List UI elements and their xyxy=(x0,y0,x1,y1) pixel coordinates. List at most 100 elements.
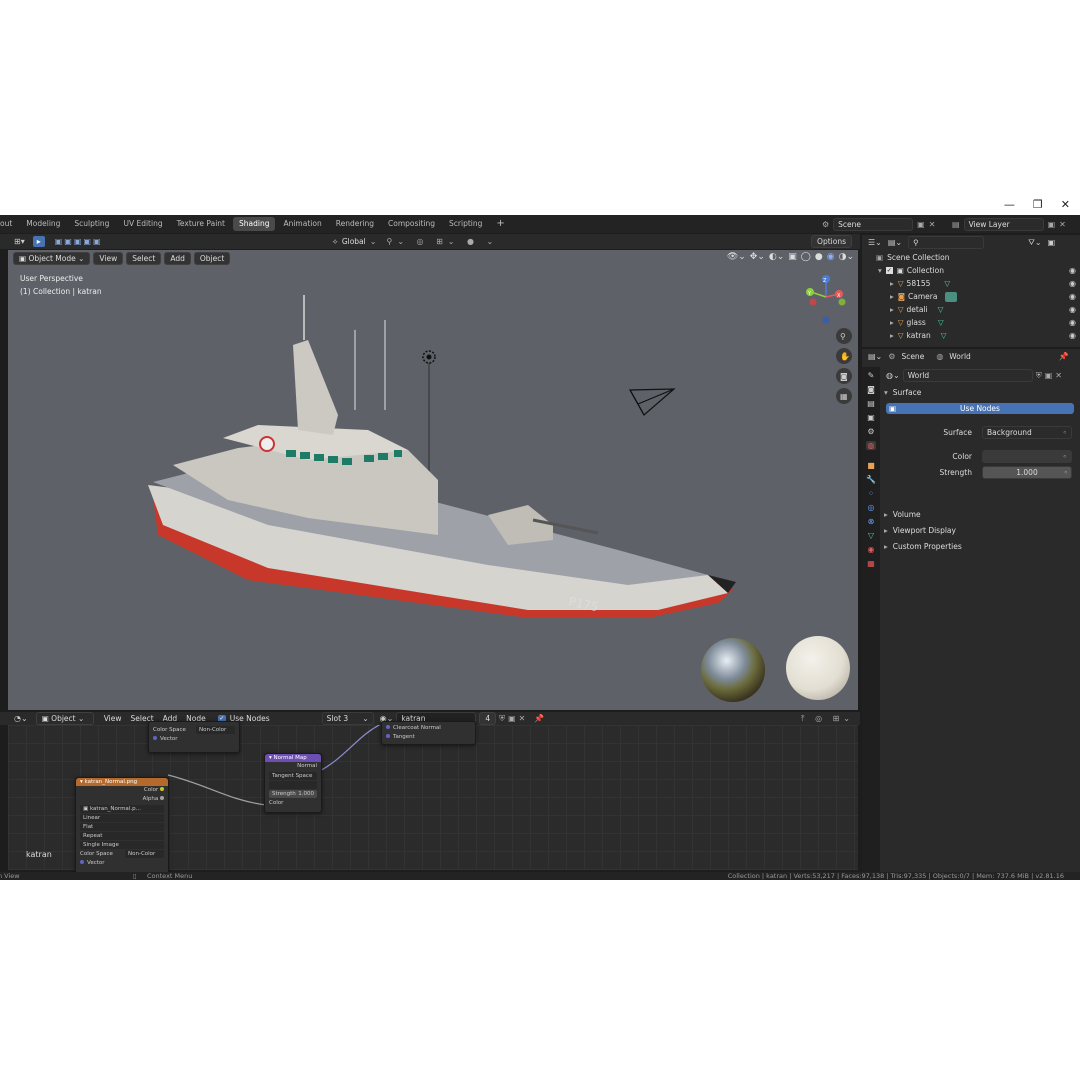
collection-row[interactable]: ▾ ✓ ▣ Collection ◉ xyxy=(876,264,1076,277)
image-selector[interactable]: ▣ katran_Normal.p... xyxy=(80,805,164,813)
tab-layout[interactable]: out xyxy=(0,217,18,231)
light-object[interactable] xyxy=(422,350,436,480)
eye-icon[interactable]: ◉ xyxy=(1069,292,1076,301)
socket-icon[interactable] xyxy=(153,736,157,740)
particles-tab-icon[interactable]: ⁘ xyxy=(868,489,875,498)
camera-object[interactable] xyxy=(628,388,676,416)
material-slot-dropdown[interactable]: Slot 3 ⌄ xyxy=(321,712,374,725)
socket-icon[interactable] xyxy=(386,725,390,729)
socket-icon[interactable] xyxy=(386,734,390,738)
color-space-dropdown[interactable]: Non-Color xyxy=(125,850,164,858)
scene-field[interactable]: Scene xyxy=(833,218,914,231)
node-principled-bsdf[interactable]: Clearcoat Normal Tangent xyxy=(381,721,476,745)
snapping-icons[interactable]: ⚲⌄ ◎ ⊞⌄ ● ⌄ xyxy=(386,237,498,246)
uv-map-field[interactable] xyxy=(269,781,317,789)
filter-icon[interactable]: ⛛⌄ xyxy=(1028,238,1041,248)
tab-modeling[interactable]: Modeling xyxy=(20,217,66,231)
expand-arrow-icon[interactable]: ▸ xyxy=(890,318,894,327)
source-dropdown[interactable]: Single Image xyxy=(80,841,164,849)
new-scene-icon[interactable]: ▣ xyxy=(917,220,925,229)
node-editor-canvas[interactable]: Color Space Non-Color Vector ▾ katran_Nor… xyxy=(8,721,858,874)
texture-tab-icon[interactable]: ▦ xyxy=(867,559,875,568)
expand-arrow-icon[interactable]: ▾ xyxy=(878,266,882,275)
node-texture-top[interactable]: Color Space Non-Color Vector xyxy=(148,721,240,753)
socket-icon[interactable] xyxy=(160,787,164,791)
output-tab-icon[interactable]: ▤ xyxy=(867,399,875,408)
color-space-dropdown[interactable]: Non-Color xyxy=(196,726,235,734)
use-nodes-button[interactable]: ▣ Use Nodes xyxy=(886,403,1074,414)
ship-model[interactable]: P175 xyxy=(148,295,736,618)
data-tab-icon[interactable]: ▽ xyxy=(868,531,874,540)
node-image-texture[interactable]: ▾ katran_Normal.png Color Alpha ▣ katran… xyxy=(75,777,169,874)
checkbox-icon[interactable]: ✓ xyxy=(885,267,893,274)
new-view-layer-icon[interactable]: ▣ xyxy=(1048,220,1056,229)
add-workspace-button[interactable]: + xyxy=(490,217,510,231)
tab-compositing[interactable]: Compositing xyxy=(382,217,441,231)
world-tab-icon[interactable]: ◍ xyxy=(865,441,877,450)
eye-icon[interactable]: ◉ xyxy=(1069,266,1076,275)
eye-icon[interactable]: ◉ xyxy=(1069,279,1076,288)
tab-scripting[interactable]: Scripting xyxy=(443,217,488,231)
tab-uv-editing[interactable]: UV Editing xyxy=(117,217,168,231)
outliner-item-glass[interactable]: ▸ ▽ glass ▽ ◉ xyxy=(876,316,1076,329)
modifier-tab-icon[interactable]: 🔧 xyxy=(866,475,876,484)
constraints-tab-icon[interactable]: ⊗ xyxy=(868,517,875,526)
node-menu-view[interactable]: View xyxy=(104,712,122,725)
custom-properties-panel-header[interactable]: ▸ Custom Properties xyxy=(884,538,962,554)
pin-icon[interactable]: 📌 xyxy=(534,714,544,723)
unlink-icon[interactable]: ✕ xyxy=(1055,371,1062,380)
shader-type-dropdown[interactable]: ▣ Object ⌄ xyxy=(35,712,94,725)
eye-icon[interactable]: ◉ xyxy=(1069,305,1076,314)
pin-icon[interactable]: 📌 xyxy=(1059,352,1069,361)
select-tool-icon[interactable]: ▸ xyxy=(32,236,45,247)
normal-map-header[interactable]: ▾ Normal Map xyxy=(265,754,321,762)
scene-tab-icon[interactable]: ⚙ xyxy=(867,427,874,436)
delete-view-layer-icon[interactable]: ✕ xyxy=(1059,220,1066,229)
tab-animation[interactable]: Animation xyxy=(277,217,327,231)
image-texture-header[interactable]: ▾ katran_Normal.png xyxy=(76,778,168,786)
outliner-item-detali[interactable]: ▸ ▽ detali ▽ ◉ xyxy=(876,303,1076,316)
surface-shader-dropdown[interactable]: Background ◦ xyxy=(982,426,1072,439)
display-mode-icon[interactable]: ▤⌄ xyxy=(888,238,902,247)
expand-arrow-icon[interactable]: ▸ xyxy=(890,331,894,340)
view-layer-field[interactable]: View Layer xyxy=(963,218,1044,231)
selection-mode-icons[interactable]: ▣▣▣▣▣ xyxy=(55,237,103,246)
tab-shading[interactable]: Shading xyxy=(233,217,276,231)
delete-scene-icon[interactable]: ✕ xyxy=(929,220,936,229)
strength-slider[interactable]: Strength 1.000 xyxy=(269,790,317,798)
extension-dropdown[interactable]: Repeat xyxy=(80,832,164,840)
tab-rendering[interactable]: Rendering xyxy=(330,217,380,231)
outliner-item-camera[interactable]: ▸ ◙ Camera ◉ xyxy=(876,290,1076,303)
strength-field[interactable]: 1.000 ◦ xyxy=(982,466,1072,479)
eye-icon[interactable]: ◉ xyxy=(1069,318,1076,327)
new-collection-icon[interactable]: ▣ xyxy=(1048,238,1056,247)
projection-dropdown[interactable]: Flat xyxy=(80,823,164,831)
outliner-search-input[interactable]: ⚲ xyxy=(908,236,985,249)
world-name-field[interactable]: World xyxy=(902,369,1033,382)
viewport-display-panel-header[interactable]: ▸ Viewport Display xyxy=(884,522,962,538)
node-editor-type-icon[interactable]: ◔⌄ xyxy=(14,714,28,723)
node-normal-map[interactable]: ▾ Normal Map Normal Tangent Space Streng… xyxy=(264,753,322,813)
surface-panel-header[interactable]: ▾ Surface xyxy=(884,386,921,399)
node-overlay-icons[interactable]: ⤒ ◎ ⊞⌄ xyxy=(801,714,854,724)
transform-orientation[interactable]: Global xyxy=(342,237,366,246)
material-users-count[interactable]: 4 xyxy=(479,712,497,725)
3d-viewport[interactable]: ▣ Object Mode ⌄ View Select Add Object 👁… xyxy=(8,250,858,710)
volume-panel-header[interactable]: ▸ Volume xyxy=(884,506,962,522)
material-actions-icons[interactable]: ⛨▣✕ xyxy=(499,714,528,724)
editor-type-icon[interactable]: ⊞▾ xyxy=(14,237,25,246)
options-button[interactable]: Options xyxy=(811,235,852,248)
eye-icon[interactable]: ◉ xyxy=(1069,331,1076,340)
expand-arrow-icon[interactable]: ▸ xyxy=(890,279,894,288)
world-color-swatch[interactable]: ◦ xyxy=(982,450,1072,463)
object-tab-icon[interactable]: ■ xyxy=(867,461,875,470)
space-dropdown[interactable]: Tangent Space xyxy=(269,772,317,780)
restore-button[interactable]: ❐ xyxy=(1033,198,1043,214)
minimize-button[interactable]: — xyxy=(1004,198,1015,214)
properties-editor-icon[interactable]: ▤⌄ xyxy=(868,352,882,361)
outliner-item-58155[interactable]: ▸ ▽ 58155 ▽ ◉ xyxy=(876,277,1076,290)
world-browse-icon[interactable]: ◍⌄ xyxy=(886,371,900,380)
physics-tab-icon[interactable]: ◎ xyxy=(868,503,875,512)
interpolation-dropdown[interactable]: Linear xyxy=(80,814,164,822)
tab-sculpting[interactable]: Sculpting xyxy=(68,217,115,231)
